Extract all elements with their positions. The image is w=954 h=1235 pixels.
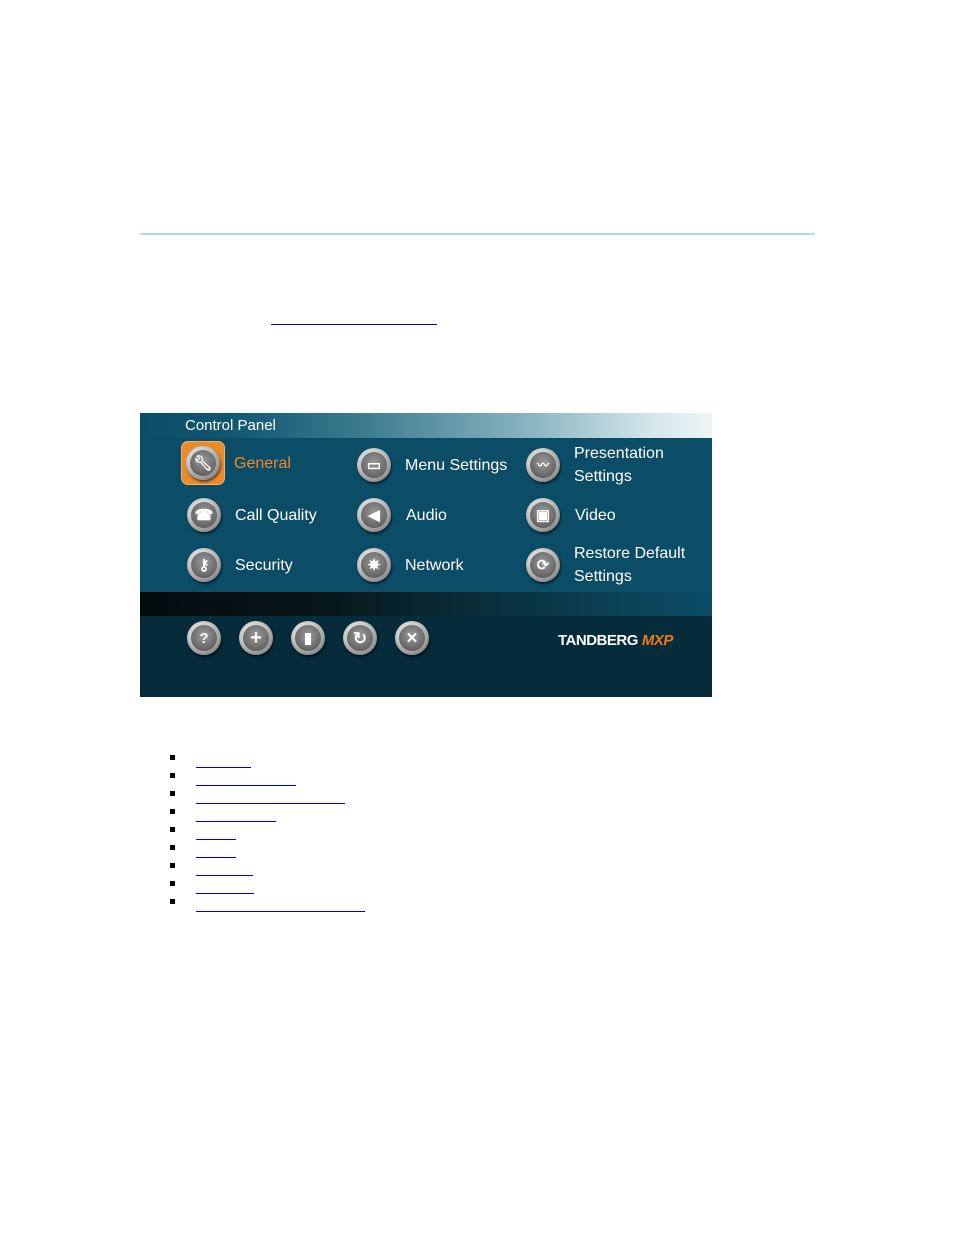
bullet xyxy=(170,863,175,868)
menu-item-video[interactable]: ▣ Video xyxy=(526,492,616,538)
menu-item-restore-default-settings[interactable]: ⟳ Restore Default Settings xyxy=(526,542,685,588)
section-divider-rule xyxy=(140,233,815,235)
menu-item-presentation-settings[interactable]: 〰 Presentation Settings xyxy=(526,442,664,488)
phone-handset-icon: ☎ xyxy=(187,498,221,532)
presentation-graph-icon: 〰 xyxy=(526,448,560,482)
menu-item-label: General xyxy=(234,454,291,472)
video-picture-icon: ▣ xyxy=(526,498,560,532)
speaker-icon: ◀ xyxy=(357,498,391,532)
bullet xyxy=(170,827,175,832)
toc-link[interactable] xyxy=(196,860,253,876)
bullet xyxy=(170,881,175,886)
menu-item-label: Audio xyxy=(406,506,447,524)
monitor-icon: ▭ xyxy=(357,448,391,482)
refresh-button[interactable]: ↻ xyxy=(343,621,377,655)
network-web-icon: ✵ xyxy=(357,548,391,582)
menu-item-label: Menu Settings xyxy=(405,456,508,474)
close-button[interactable]: ✕ xyxy=(395,621,429,655)
key-icon: ⚷ xyxy=(187,548,221,582)
filmstrip-icon: ▮ xyxy=(295,625,321,651)
panel-toolbar: ? + ▮ ↻ ✕ TANDBERG MXP xyxy=(140,616,712,697)
tandberg-mxp-logo: TANDBERG MXP xyxy=(558,632,673,649)
plus-icon: + xyxy=(243,625,269,651)
menu-item-menu-settings[interactable]: ▭ Menu Settings xyxy=(357,442,507,488)
toc-link[interactable] xyxy=(196,806,276,822)
menu-item-label: Network xyxy=(405,556,464,574)
wrench-icon: 🔧︎ xyxy=(186,446,220,480)
control-panel-screenshot: Control Panel 🔧︎ General ▭ Menu Settings… xyxy=(140,413,712,697)
toc-link[interactable] xyxy=(196,824,236,840)
film-button[interactable]: ▮ xyxy=(291,621,325,655)
bullet xyxy=(170,773,175,778)
toc-link[interactable] xyxy=(196,770,296,786)
selected-highlight: 🔧︎ xyxy=(181,441,225,485)
bullet xyxy=(170,809,175,814)
menu-item-audio[interactable]: ◀ Audio xyxy=(357,492,447,538)
menu-item-label: Security xyxy=(235,556,293,574)
close-x-icon: ✕ xyxy=(399,625,425,651)
menu-item-security[interactable]: ⚷ Security xyxy=(187,542,293,588)
toc-link[interactable] xyxy=(196,878,254,894)
restore-arrows-icon: ⟳ xyxy=(526,548,560,582)
toc-link[interactable] xyxy=(196,752,251,768)
help-button[interactable]: ? xyxy=(187,621,221,655)
brand-name: TANDBERG xyxy=(558,632,638,649)
bullet xyxy=(170,899,175,904)
menu-item-label: Presentation Settings xyxy=(574,445,664,485)
panel-title: Control Panel xyxy=(185,417,276,434)
menu-item-label: Video xyxy=(575,506,616,524)
toc-link[interactable] xyxy=(196,842,236,858)
panel-title-bar: Control Panel xyxy=(140,413,712,438)
toc-link[interactable] xyxy=(196,788,345,804)
add-button[interactable]: + xyxy=(239,621,273,655)
toc-link[interactable] xyxy=(196,896,365,912)
panel-gradient-band xyxy=(140,592,712,616)
menu-item-network[interactable]: ✵ Network xyxy=(357,542,464,588)
bullet xyxy=(170,755,175,760)
bullet xyxy=(170,845,175,850)
intro-link[interactable] xyxy=(271,306,437,325)
question-mark-icon: ? xyxy=(191,625,217,651)
bullet xyxy=(170,791,175,796)
menu-item-general[interactable]: 🔧︎ General xyxy=(181,440,291,486)
menu-item-label: Call Quality xyxy=(235,506,317,524)
menu-item-label: Restore Default Settings xyxy=(574,545,686,585)
brand-product: MXP xyxy=(641,632,674,649)
menu-item-call-quality[interactable]: ☎ Call Quality xyxy=(187,492,317,538)
refresh-icon: ↻ xyxy=(347,625,373,651)
